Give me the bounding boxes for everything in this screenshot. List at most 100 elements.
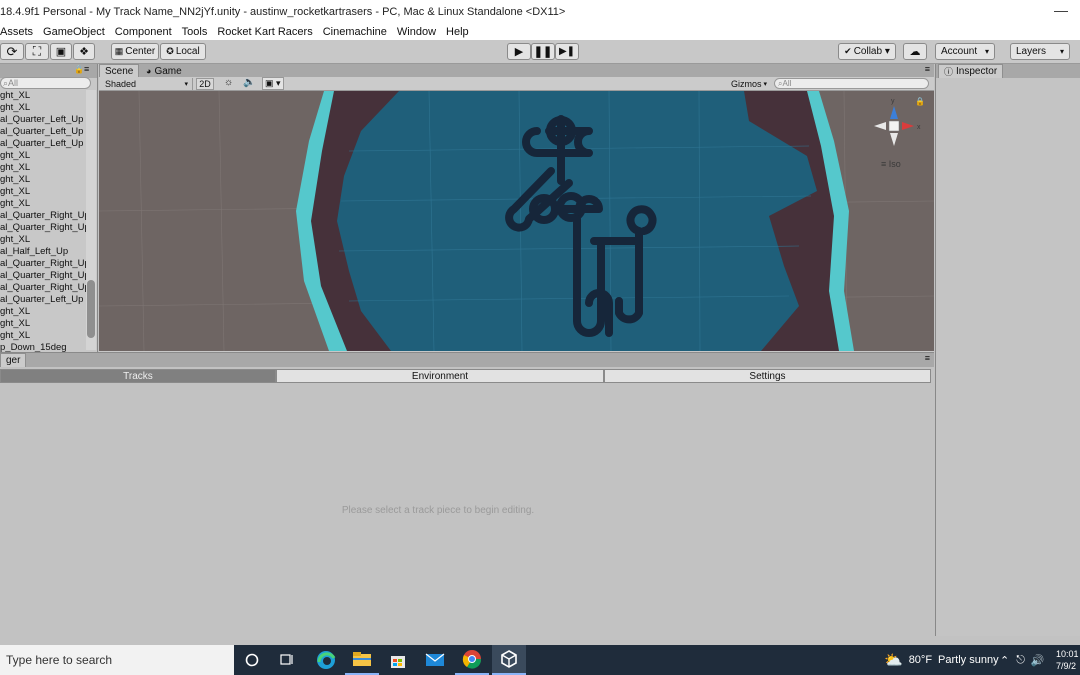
gizmo-center[interactable] xyxy=(888,120,900,132)
menu-help[interactable]: Help xyxy=(446,26,475,38)
tab-scene[interactable]: Scene xyxy=(99,64,140,78)
lock-icon[interactable]: 🔒 xyxy=(74,65,84,74)
pivot-center-button[interactable]: ▦ Center xyxy=(111,43,159,60)
toggle-2d-button[interactable]: 2D xyxy=(196,78,214,90)
menu-assets[interactable]: Assets xyxy=(0,26,39,38)
pause-button[interactable]: ❚❚ xyxy=(531,43,555,60)
list-item[interactable]: ght_XL xyxy=(0,186,86,198)
list-item[interactable]: al_Quarter_Right_Up xyxy=(0,258,86,270)
windows-taskbar: Type here to search ⛅ 80°F Partly sunny … xyxy=(0,645,1080,675)
list-item[interactable]: al_Quarter_Left_Up xyxy=(0,138,86,150)
hierarchy-search-input[interactable]: ⌕All xyxy=(0,77,91,89)
menu-rocket-kart-racers[interactable]: Rocket Kart Racers xyxy=(217,26,318,38)
tab-tracks[interactable]: Tracks xyxy=(0,369,276,383)
cloud-icon: ☁ xyxy=(909,46,921,58)
network-icon[interactable]: ⎋ xyxy=(1016,654,1025,667)
list-item[interactable]: al_Quarter_Left_Up xyxy=(0,126,86,138)
panel-menu-icon[interactable]: ≡ xyxy=(925,353,930,363)
scrollbar-thumb[interactable] xyxy=(87,280,95,338)
list-item[interactable]: ght_XL xyxy=(0,90,86,102)
rect-icon: ▣ xyxy=(55,46,67,58)
scene-panel: Scene ◕ Game ≡ Shaded ▾ 2D ☼ 🔈 ▣ ▾ Gizmo… xyxy=(99,64,934,352)
envelope-icon xyxy=(425,653,445,666)
list-item[interactable]: al_Quarter_Left_Up xyxy=(0,114,86,126)
shading-mode-dropdown[interactable]: Shaded ▾ xyxy=(101,78,193,90)
list-item[interactable]: al_Quarter_Right_Up xyxy=(0,282,86,294)
game-icon: ◕ xyxy=(146,66,152,76)
menu-gameobject[interactable]: GameObject xyxy=(43,26,111,38)
taskbar-search-input[interactable]: Type here to search xyxy=(0,645,234,675)
scale-tool-button[interactable]: ⛶ xyxy=(25,43,49,60)
pivot-local-button[interactable]: ✪ Local xyxy=(160,43,206,60)
chevron-up-icon[interactable]: ⌃ xyxy=(1000,654,1009,667)
cloud-button[interactable]: ☁ xyxy=(903,43,927,60)
panel-menu-icon[interactable]: ≡ xyxy=(84,64,89,74)
mail-icon[interactable] xyxy=(418,645,452,675)
panel-menu-icon[interactable]: ≡ xyxy=(925,64,930,74)
play-button[interactable]: ▶ xyxy=(507,43,531,60)
list-item[interactable]: ght_XL xyxy=(0,198,86,210)
hierarchy-tabbar: 🔒 ≡ xyxy=(0,64,97,78)
tab-inspector[interactable]: ⓘ Inspector xyxy=(938,64,1004,78)
list-item[interactable]: al_Half_Left_Up xyxy=(0,246,86,258)
chrome-icon[interactable] xyxy=(455,645,489,675)
hierarchy-list: ght_XL ght_XL al_Quarter_Left_Up al_Quar… xyxy=(0,90,86,352)
gizmos-dropdown[interactable]: Gizmos ▾ xyxy=(729,78,769,90)
list-item[interactable]: al_Quarter_Right_Up xyxy=(0,210,86,222)
list-item[interactable]: ght_XL xyxy=(0,330,86,342)
tab-track-manager[interactable]: ger xyxy=(0,353,27,367)
projection-label[interactable]: ≡ Iso xyxy=(881,159,901,169)
tab-scene-label: Scene xyxy=(105,66,134,77)
tab-settings[interactable]: Settings xyxy=(604,369,931,383)
shading-mode-label: Shaded xyxy=(105,79,137,89)
play-icon: ▶ xyxy=(514,46,524,58)
list-item[interactable]: ght_XL xyxy=(0,174,86,186)
transform-tool-button[interactable]: ❖ xyxy=(73,43,95,60)
account-dropdown[interactable]: Account ▾ xyxy=(935,43,995,60)
collab-button[interactable]: ✔ Collab ▾ xyxy=(838,43,896,60)
chevron-down-icon: ▾ xyxy=(1059,47,1064,56)
chevron-down-icon: ▾ xyxy=(184,81,188,88)
list-item[interactable]: ght_XL xyxy=(0,306,86,318)
tab-game[interactable]: ◕ Game xyxy=(141,64,187,78)
minimize-icon[interactable]: — xyxy=(1054,2,1068,18)
volume-icon[interactable]: 🔊 xyxy=(1031,654,1045,667)
inspector-tabbar: ⓘ Inspector xyxy=(936,64,1080,78)
audio-icon[interactable]: 🔈 xyxy=(243,77,255,88)
tab-environment[interactable]: Environment xyxy=(276,369,604,383)
file-explorer-icon[interactable] xyxy=(345,645,379,675)
task-view-icon[interactable] xyxy=(270,645,304,675)
list-item[interactable]: ght_XL xyxy=(0,162,86,174)
rect-tool-button[interactable]: ▣ xyxy=(50,43,72,60)
effects-icon[interactable]: ▣ ▾ xyxy=(262,77,284,90)
collab-label: Collab ▾ xyxy=(853,46,890,57)
layers-dropdown[interactable]: Layers ▾ xyxy=(1010,43,1070,60)
scene-render[interactable]: y x ≡ Iso 🔒 xyxy=(99,91,934,351)
list-item[interactable]: al_Quarter_Right_Up xyxy=(0,270,86,282)
list-item[interactable]: al_Quarter_Right_Up xyxy=(0,222,86,234)
unity-icon[interactable] xyxy=(492,645,526,675)
weather-widget[interactable]: ⛅ 80°F Partly sunny xyxy=(884,645,999,675)
hierarchy-panel: 🔒 ≡ ⌕All ght_XL ght_XL al_Quarter_Left_U… xyxy=(0,64,98,352)
store-icon[interactable] xyxy=(381,645,415,675)
lock-icon[interactable]: 🔒 xyxy=(915,97,925,106)
scene-viewport[interactable]: y x ≡ Iso 🔒 xyxy=(99,91,934,351)
list-item[interactable]: ght_XL xyxy=(0,234,86,246)
menu-component[interactable]: Component xyxy=(115,26,178,38)
menu-window[interactable]: Window xyxy=(397,26,442,38)
list-item[interactable]: ght_XL xyxy=(0,318,86,330)
rotate-tool-button[interactable]: ⟳ xyxy=(0,43,24,60)
menu-tools[interactable]: Tools xyxy=(182,26,214,38)
list-item[interactable]: al_Quarter_Left_Up xyxy=(0,294,86,306)
scene-search-input[interactable]: ⌕All xyxy=(774,78,929,89)
menu-cinemachine[interactable]: Cinemachine xyxy=(323,26,393,38)
hierarchy-scrollbar[interactable] xyxy=(86,90,96,350)
list-item[interactable]: ght_XL xyxy=(0,150,86,162)
cortana-icon[interactable] xyxy=(235,645,269,675)
clock[interactable]: 10:01 7/9/2 xyxy=(1056,645,1079,675)
list-item[interactable]: p_Down_15deg xyxy=(0,342,86,352)
edge-browser-icon[interactable] xyxy=(309,645,343,675)
lighting-icon[interactable]: ☼ xyxy=(224,77,233,88)
step-button[interactable]: ▶❚ xyxy=(555,43,579,60)
list-item[interactable]: ght_XL xyxy=(0,102,86,114)
